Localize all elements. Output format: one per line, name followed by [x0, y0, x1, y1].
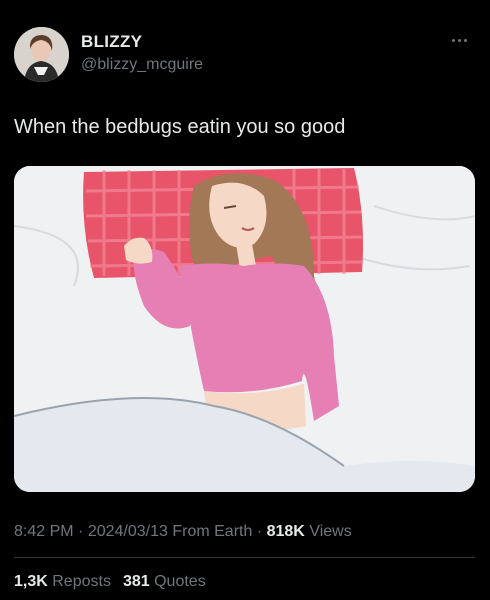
- tweet-time[interactable]: 8:42 PM: [14, 523, 74, 540]
- meta-separator: ·: [256, 523, 263, 540]
- tweet-metadata: 8:42 PM · 2024/03/13 From Earth · 818K V…: [14, 523, 352, 541]
- display-name[interactable]: BLIZZY: [81, 32, 142, 52]
- illustration-woman-in-bed: [14, 166, 475, 492]
- reposts-count: 1,3K: [14, 573, 48, 590]
- meta-separator: ·: [78, 523, 84, 540]
- reposts-stat[interactable]: 1,3K Reposts: [14, 573, 111, 591]
- views-count: 818K: [266, 523, 305, 540]
- tweet-media-image[interactable]: [14, 166, 475, 492]
- quotes-stat[interactable]: 381 Quotes: [123, 573, 206, 591]
- reposts-label: Reposts: [52, 573, 111, 590]
- top-edge: [0, 0, 490, 8]
- views-label: Views: [309, 523, 352, 540]
- tweet-text: When the bedbugs eatin you so good: [14, 116, 346, 138]
- quotes-label: Quotes: [154, 573, 206, 590]
- divider: [14, 557, 475, 558]
- avatar-image: [14, 27, 69, 82]
- avatar[interactable]: [14, 27, 69, 82]
- user-handle[interactable]: @blizzy_mcguire: [81, 56, 203, 74]
- tweet-source: From Earth: [172, 523, 253, 540]
- quotes-count: 381: [122, 573, 150, 590]
- tweet-date[interactable]: 2024/03/13: [88, 523, 168, 540]
- engagement-stats: 1,3K Reposts 381 Quotes: [14, 573, 206, 591]
- more-horizontal-icon[interactable]: [452, 34, 474, 46]
